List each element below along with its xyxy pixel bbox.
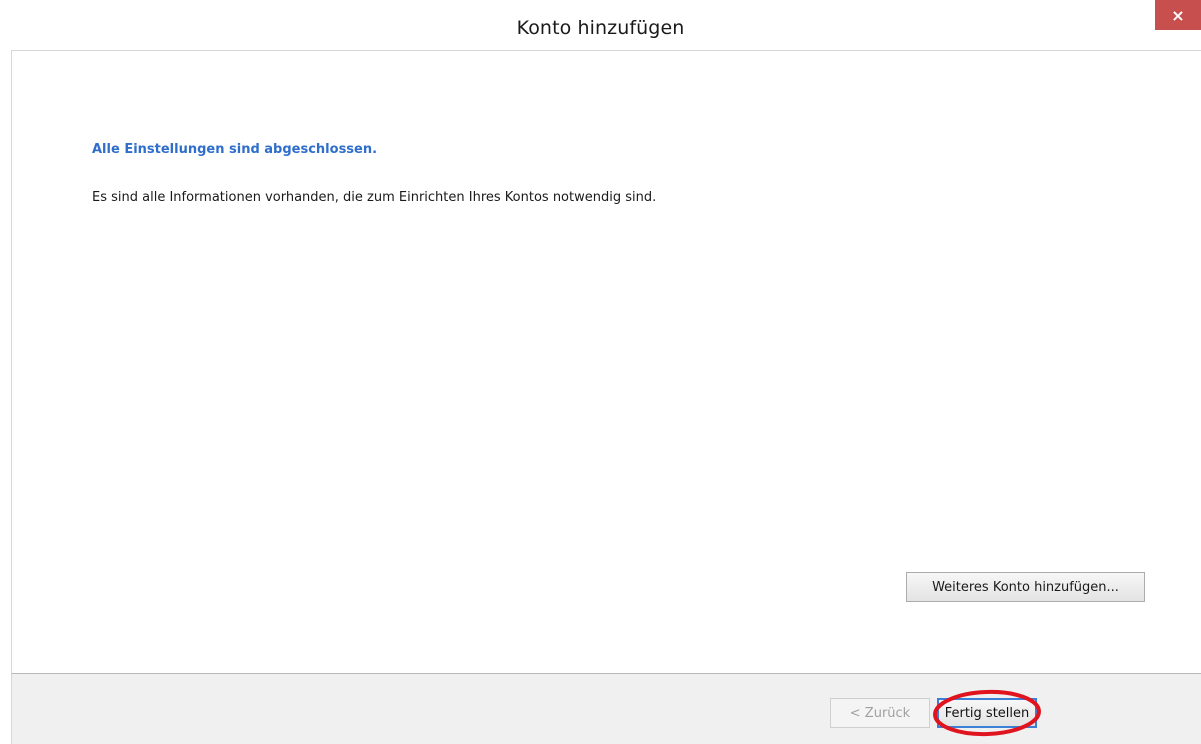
- button-bar: < Zurück Fertig stellen: [11, 673, 1201, 744]
- status-heading: Alle Einstellungen sind abgeschlossen.: [92, 142, 378, 157]
- finish-button[interactable]: Fertig stellen: [937, 698, 1037, 728]
- status-message: Es sind alle Informationen vorhanden, di…: [92, 190, 657, 205]
- close-icon: ×: [1171, 5, 1185, 25]
- title-bar: Konto hinzufügen ×: [0, 0, 1201, 50]
- window-frame-left: [0, 50, 11, 744]
- add-another-account-button[interactable]: Weiteres Konto hinzufügen...: [906, 572, 1145, 602]
- close-button[interactable]: ×: [1155, 0, 1201, 30]
- back-button[interactable]: < Zurück: [830, 698, 930, 728]
- content-panel: Alle Einstellungen sind abgeschlossen. E…: [11, 50, 1201, 673]
- dialog-title: Konto hinzufügen: [516, 17, 685, 39]
- dialog-window: Konto hinzufügen × Alle Einstellungen si…: [0, 0, 1201, 744]
